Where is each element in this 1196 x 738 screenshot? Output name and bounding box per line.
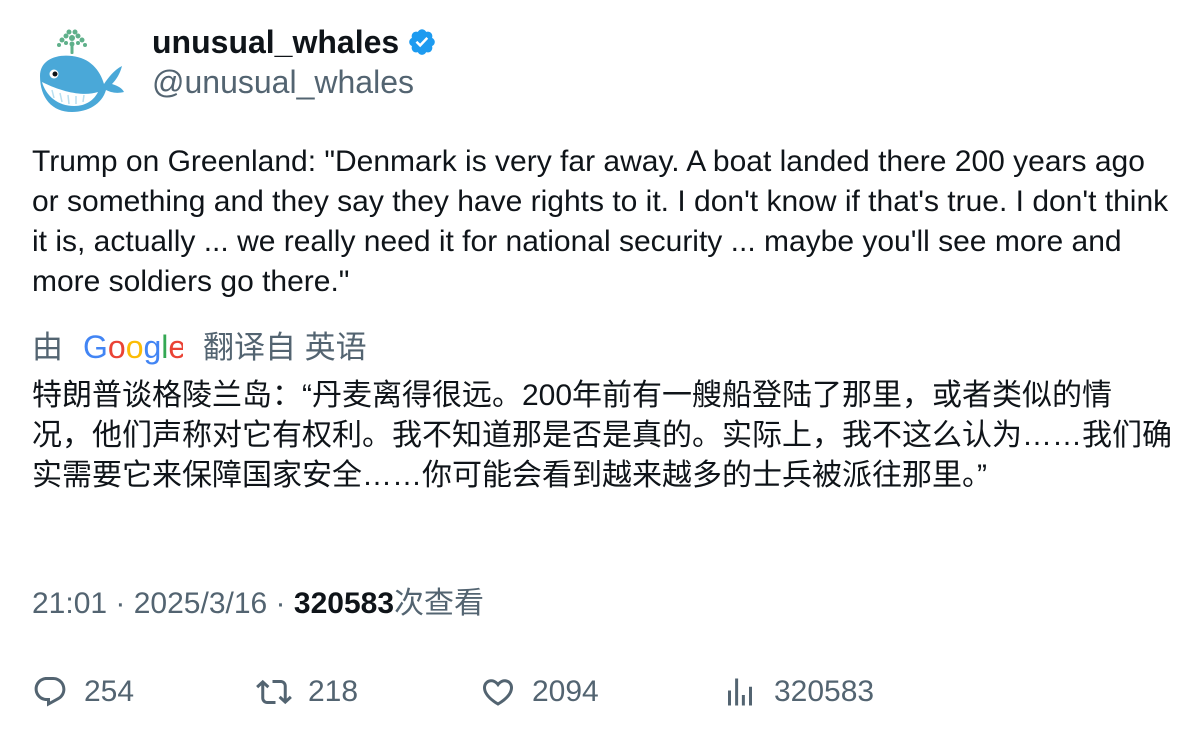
translated-tweet-text: 特朗普谈格陵兰岛：“丹麦离得很远。200年前有一艘船登陆了那里，或者类似的情况，… (32, 379, 1172, 492)
views-count: 320583 (293, 587, 394, 620)
views-button[interactable]: 320583 (722, 672, 874, 712)
like-count: 2094 (532, 675, 599, 708)
tweet-date[interactable]: 2025/3/16 (134, 587, 267, 620)
like-button[interactable]: 2094 (480, 672, 599, 712)
display-name-row[interactable]: unusual_whales (152, 22, 437, 62)
whale-avatar-icon (40, 29, 124, 112)
translated-from-label[interactable]: 翻译自 英语 (203, 328, 367, 368)
meta-separator: · (267, 587, 294, 620)
translated-by-prefix: 由 (32, 330, 63, 365)
avatar[interactable] (32, 26, 128, 122)
display-name[interactable]: unusual_whales (152, 22, 399, 62)
verified-badge-icon (409, 29, 435, 55)
reply-count: 254 (84, 675, 135, 708)
heart-icon (482, 679, 514, 706)
svg-text:Google: Google (83, 330, 183, 365)
reply-button[interactable]: 254 (32, 672, 134, 712)
tweet-action-bar: 254 218 2094 320583 (0, 672, 1196, 712)
tweet-text: Trump on Greenland: "Denmark is very far… (32, 145, 1169, 298)
author-handle[interactable]: @unusual_whales (152, 62, 414, 102)
tweet-time[interactable]: 21:01 (32, 587, 107, 620)
google-logo-icon: Google (83, 330, 183, 365)
analytics-icon (728, 678, 752, 706)
translated-by-row: 由 Google 翻译自 英语 (32, 328, 367, 368)
retweet-icon (256, 679, 292, 705)
reply-icon (34, 677, 66, 707)
views-action-count: 320583 (774, 675, 875, 708)
retweet-button[interactable]: 218 (256, 672, 358, 712)
retweet-count: 218 (308, 675, 359, 708)
meta-separator: · (107, 587, 134, 620)
tweet-meta: 21:01 · 2025/3/16 · 320583次查看 (32, 584, 484, 624)
views-label: 次查看 (394, 587, 484, 620)
